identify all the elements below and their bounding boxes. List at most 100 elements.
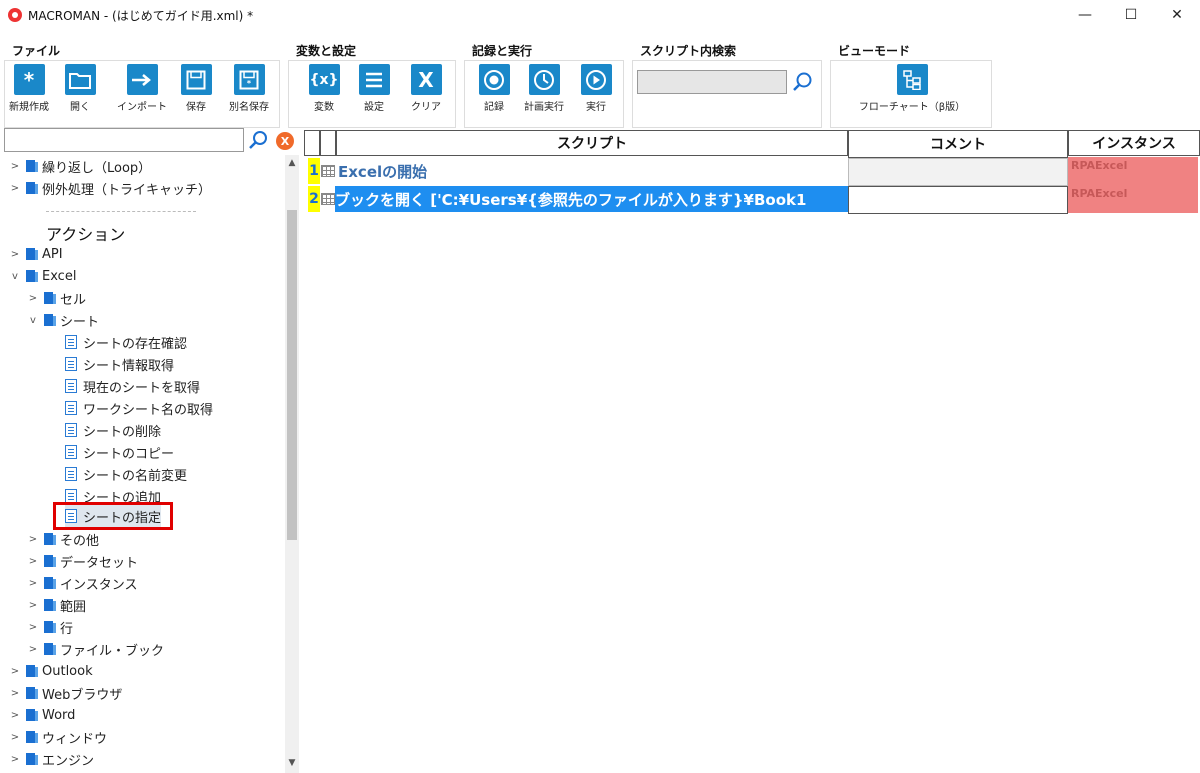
tree-leaf[interactable]: シートの存在確認 — [65, 331, 187, 353]
tree-item[interactable]: > ウィンドウ — [10, 726, 107, 748]
grid-header-comment[interactable]: コメント — [848, 130, 1068, 158]
chevron-right-icon: > — [28, 621, 38, 633]
grid-row-icon — [321, 165, 335, 177]
clear-search-button[interactable]: X — [276, 132, 294, 150]
book-icon — [26, 182, 38, 194]
save-as-button[interactable]: * 別名保存 — [224, 64, 274, 113]
book-icon — [26, 160, 38, 172]
app-logo-icon — [8, 8, 22, 22]
book-icon — [44, 577, 56, 589]
tree-leaf[interactable]: ワークシート名の取得 — [65, 397, 213, 419]
tree-item[interactable]: > ファイル・ブック — [28, 638, 164, 660]
document-icon — [65, 467, 77, 481]
tree-item[interactable]: v シート — [28, 309, 99, 331]
grid-header-blank — [320, 130, 336, 156]
search-icon[interactable] — [247, 130, 269, 150]
scrollbar-thumb[interactable] — [287, 210, 297, 540]
action-tree: > 繰り返し（Loop） > 例外処理（トライキャッチ） アクション > API vE… — [0, 155, 300, 773]
ribbon-group-label: スクリプト内検索 — [640, 44, 737, 58]
script-row-selected[interactable]: ブックを開く ['C:¥Users¥{参照先のファイルが入ります}¥Book1 — [335, 186, 848, 212]
tree-leaf[interactable]: シートの削除 — [65, 419, 161, 441]
save-button[interactable]: 保存 — [178, 64, 214, 113]
divider — [46, 211, 196, 212]
action-search-input[interactable] — [4, 128, 244, 152]
instance-cell[interactable]: RPAExcel — [1068, 157, 1198, 185]
scroll-down-arrow-icon[interactable]: ▼ — [285, 758, 299, 772]
tree-item[interactable]: > Outlook — [10, 660, 93, 682]
variable-x-icon: {x} — [308, 64, 340, 95]
run-button[interactable]: 実行 — [578, 64, 614, 113]
book-icon — [44, 599, 56, 611]
arrow-right-icon — [126, 64, 158, 95]
tree-item[interactable]: > 範囲 — [28, 594, 86, 616]
scheduled-run-button[interactable]: 計画実行 — [522, 64, 566, 113]
tree-item[interactable]: > 例外処理（トライキャッチ） — [10, 177, 211, 199]
tree-leaf[interactable]: シートのコピー — [65, 441, 174, 463]
tree-item[interactable]: > Word — [10, 704, 76, 726]
tree-item[interactable]: > 行 — [28, 616, 73, 638]
book-icon — [44, 643, 56, 655]
book-icon — [44, 533, 56, 545]
svg-text:*: * — [247, 79, 252, 88]
chevron-right-icon: > — [28, 599, 38, 611]
search-icon[interactable] — [790, 70, 814, 94]
minimize-button[interactable]: — — [1062, 0, 1108, 30]
script-search-input[interactable] — [637, 70, 787, 94]
book-icon — [26, 687, 38, 699]
settings-button[interactable]: 設定 — [356, 64, 392, 113]
ribbon-toolbar: ファイル * 新規作成 開く インポート 保存 * 別名保存 変数と設定 {x}… — [0, 30, 1200, 128]
tree-item[interactable]: > 繰り返し（Loop） — [10, 155, 151, 177]
book-icon — [44, 555, 56, 567]
tree-item[interactable]: > データセット — [28, 550, 138, 572]
tree-leaf[interactable]: シートの名前変更 — [65, 463, 187, 485]
clock-history-icon — [528, 64, 560, 95]
scroll-up-arrow-icon[interactable]: ▲ — [285, 158, 299, 172]
script-row[interactable]: Excelの開始 — [338, 158, 848, 184]
chevron-right-icon: > — [10, 248, 20, 260]
book-icon — [26, 709, 38, 721]
clear-button[interactable]: X クリア — [408, 64, 444, 113]
tree-leaf[interactable]: シート情報取得 — [65, 353, 174, 375]
grid-header-instance[interactable]: インスタンス — [1068, 130, 1200, 156]
tree-item[interactable]: > その他 — [28, 528, 99, 550]
list-lines-icon — [358, 64, 390, 95]
flowchart-button[interactable]: フローチャート（β版） — [850, 64, 974, 113]
comment-cell[interactable] — [848, 158, 1068, 186]
tree-item[interactable]: > エンジン — [10, 748, 94, 770]
chevron-right-icon: > — [10, 182, 20, 194]
record-button[interactable]: 記録 — [476, 64, 512, 113]
new-button[interactable]: * 新規作成 — [6, 64, 52, 113]
asterisk-icon: * — [13, 64, 45, 95]
tree-leaf[interactable]: 現在のシートを取得 — [65, 375, 200, 397]
instance-cell[interactable]: RPAExcel — [1068, 185, 1198, 213]
play-icon — [580, 64, 612, 95]
chevron-right-icon: > — [10, 160, 20, 172]
highlight-box — [53, 502, 173, 530]
row-number: 1 — [308, 158, 320, 184]
variables-button[interactable]: {x} 変数 — [306, 64, 342, 113]
book-icon — [44, 314, 56, 326]
chevron-down-icon: v — [12, 270, 18, 282]
flowchart-icon — [896, 64, 928, 95]
tree-item[interactable]: > セル — [28, 287, 86, 309]
tree-item[interactable]: v Excel — [10, 265, 76, 287]
tree-item[interactable]: > API — [10, 243, 63, 265]
comment-cell-editing[interactable] — [848, 186, 1068, 214]
folder-icon — [64, 64, 96, 95]
maximize-button[interactable]: ☐ — [1108, 0, 1154, 30]
chevron-down-icon: v — [30, 314, 36, 326]
chevron-right-icon: > — [10, 709, 20, 721]
document-icon — [65, 445, 77, 459]
grid-header-script[interactable]: スクリプト — [336, 130, 848, 156]
import-button[interactable]: インポート — [114, 64, 170, 113]
open-button[interactable]: 開く — [62, 64, 98, 113]
book-icon — [44, 621, 56, 633]
tree-item[interactable]: > Webブラウザ — [10, 682, 122, 704]
tree-item[interactable]: > インスタンス — [28, 572, 137, 594]
chevron-right-icon: > — [28, 555, 38, 567]
close-button[interactable]: ✕ — [1154, 0, 1200, 30]
script-grid: スクリプト コメント インスタンス 1 Excelの開始 RPAExcel 2 … — [304, 130, 1200, 773]
chevron-right-icon: > — [10, 753, 20, 765]
document-icon — [65, 401, 77, 415]
title-bar: MACROMAN - (はじめてガイド用.xml) * — ☐ ✕ — [0, 0, 1200, 30]
